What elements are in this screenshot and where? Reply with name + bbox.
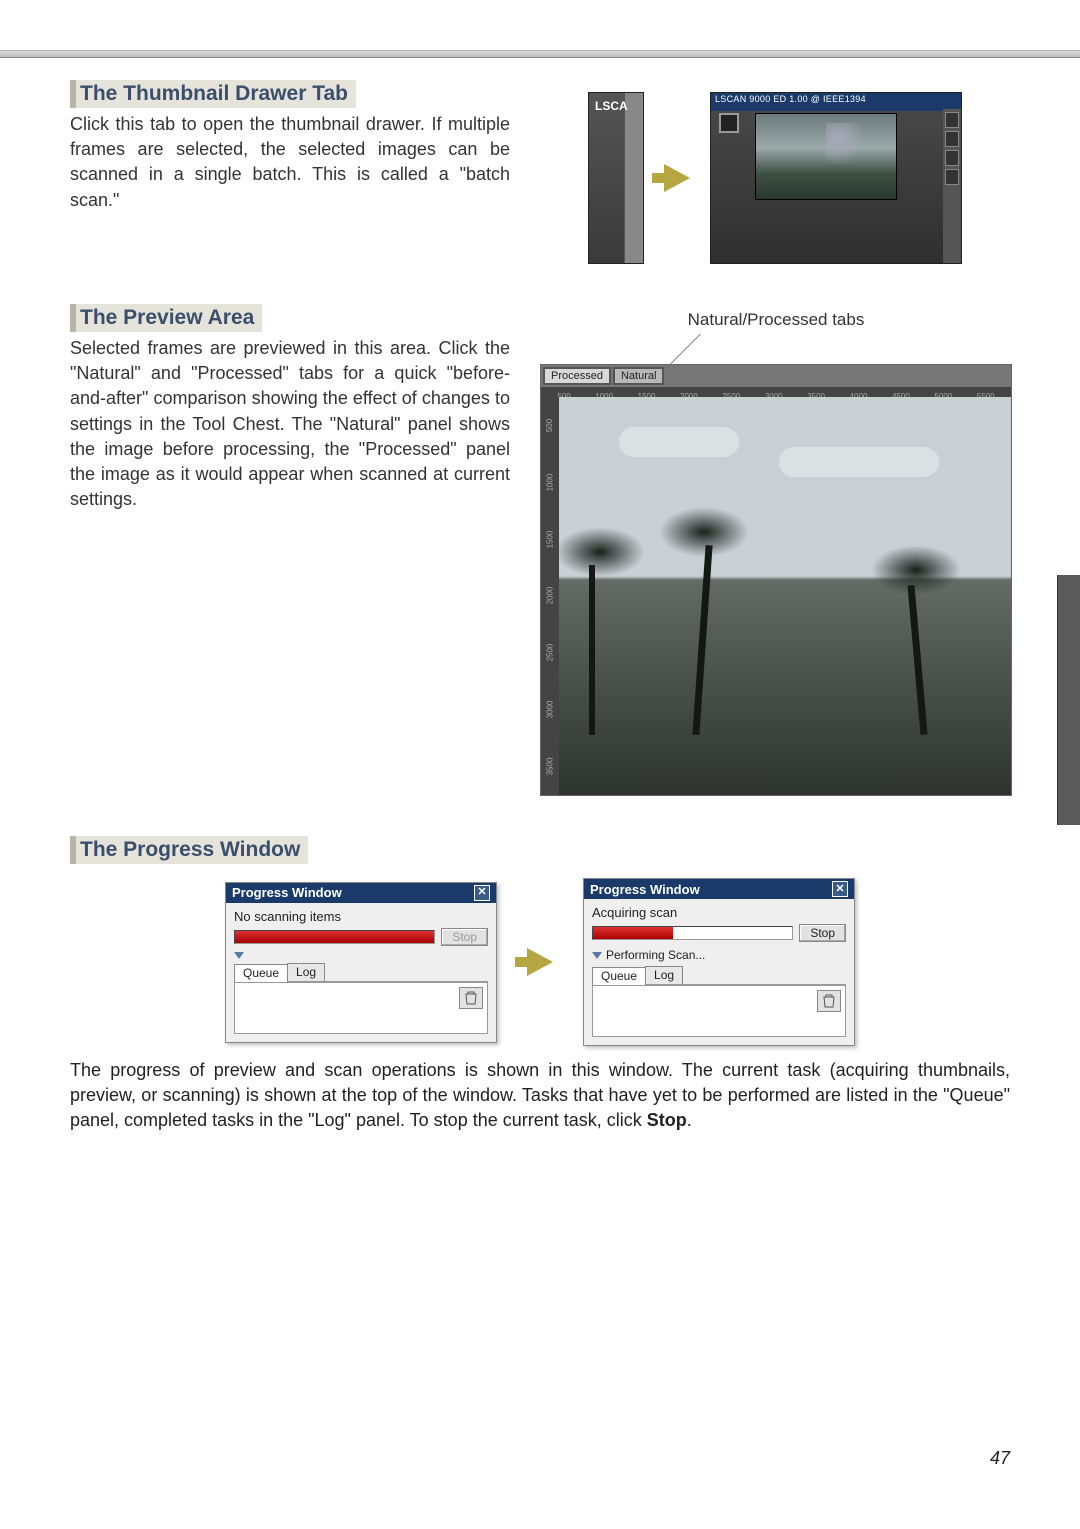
progress-title: Progress Window: [232, 885, 342, 900]
ruler-vertical: 500 1000 1500 2000 2500 3000 3500: [541, 397, 559, 795]
tick: 3500: [545, 758, 554, 776]
frame-select-box: [719, 113, 739, 133]
close-icon[interactable]: ✕: [832, 881, 848, 897]
tick: 2000: [545, 587, 554, 605]
stop-button[interactable]: Stop: [441, 928, 488, 946]
page-number: 47: [990, 1448, 1010, 1469]
tab-log[interactable]: Log: [645, 966, 683, 984]
queue-log-tabs: Queue Log: [234, 963, 488, 982]
drawer-open-title: LSCAN 9000 ED 1.00 @ IEEE1394: [711, 93, 961, 111]
progress-window-idle: Progress Window ✕ No scanning items Stop…: [225, 882, 497, 1043]
drawer-closed: LSCA: [588, 92, 644, 264]
delete-button[interactable]: [817, 990, 841, 1012]
text-segment: The progress of preview and scan operati…: [70, 1060, 1010, 1130]
drawer-closed-label: LSCA: [595, 99, 628, 113]
disclosure-label: Performing Scan...: [606, 948, 705, 962]
figure-progress-windows: Progress Window ✕ No scanning items Stop…: [70, 878, 1010, 1046]
progress-window-active: Progress Window ✕ Acquiring scan Stop Pe…: [583, 878, 855, 1046]
heading-preview-area: The Preview Area: [70, 304, 262, 332]
side-thumb-tab: [1057, 575, 1080, 825]
tab-queue[interactable]: Queue: [234, 964, 288, 982]
caption-natural-processed-tabs: Natural/Processed tabs: [540, 310, 1012, 330]
text-progress-window: The progress of preview and scan operati…: [70, 1058, 1010, 1134]
pointer-line: [670, 334, 821, 364]
preview-window: Processed Natural 500 1000 1500 2000 250…: [540, 364, 1012, 796]
drawer-sidebar: [943, 109, 961, 263]
status-text: Acquiring scan: [592, 905, 846, 920]
progress-title: Progress Window: [590, 882, 700, 897]
task-list: [592, 985, 846, 1037]
disclosure-toggle[interactable]: Performing Scan...: [592, 948, 846, 962]
queue-log-tabs: Queue Log: [592, 966, 846, 985]
stop-button[interactable]: Stop: [799, 924, 846, 942]
tab-natural[interactable]: Natural: [613, 367, 664, 385]
heading-thumbnail-drawer: The Thumbnail Drawer Tab: [70, 80, 356, 108]
progress-bar: [234, 930, 435, 944]
tick: 3000: [545, 701, 554, 719]
tick: 2500: [545, 644, 554, 662]
text-thumbnail-drawer: Click this tab to open the thumbnail dra…: [70, 112, 510, 213]
text-bold-stop: Stop: [647, 1110, 687, 1130]
tab-queue[interactable]: Queue: [592, 967, 646, 985]
trash-icon: [465, 991, 477, 1005]
trash-icon: [823, 994, 835, 1008]
arrow-icon: [664, 164, 690, 192]
figure-drawer: LSCA LSCAN 9000 ED 1.00 @ IEEE1394: [540, 92, 1010, 264]
chevron-down-icon: [234, 952, 244, 959]
heading-progress-window: The Progress Window: [70, 836, 308, 864]
tick: 1500: [545, 530, 554, 548]
text-preview-area: Selected frames are previewed in this ar…: [70, 336, 510, 512]
tab-log[interactable]: Log: [287, 963, 325, 981]
drawer-open: LSCAN 9000 ED 1.00 @ IEEE1394: [710, 92, 962, 264]
delete-button[interactable]: [459, 987, 483, 1009]
tick: 1000: [545, 473, 554, 491]
page-top-rule: [0, 50, 1080, 58]
tick: 500: [545, 419, 554, 432]
task-list: [234, 982, 488, 1034]
disclosure-toggle[interactable]: [234, 952, 488, 959]
progress-bar: [592, 926, 793, 940]
preview-image: [559, 397, 1011, 795]
thumbnail-image: [755, 113, 897, 200]
close-icon[interactable]: ✕: [474, 885, 490, 901]
arrow-icon: [527, 948, 553, 976]
text-segment: .: [687, 1110, 692, 1130]
figure-preview: Natural/Processed tabs Processed Natural…: [540, 310, 1012, 796]
status-text: No scanning items: [234, 909, 488, 924]
tab-processed[interactable]: Processed: [543, 367, 611, 385]
chevron-down-icon: [592, 952, 602, 959]
